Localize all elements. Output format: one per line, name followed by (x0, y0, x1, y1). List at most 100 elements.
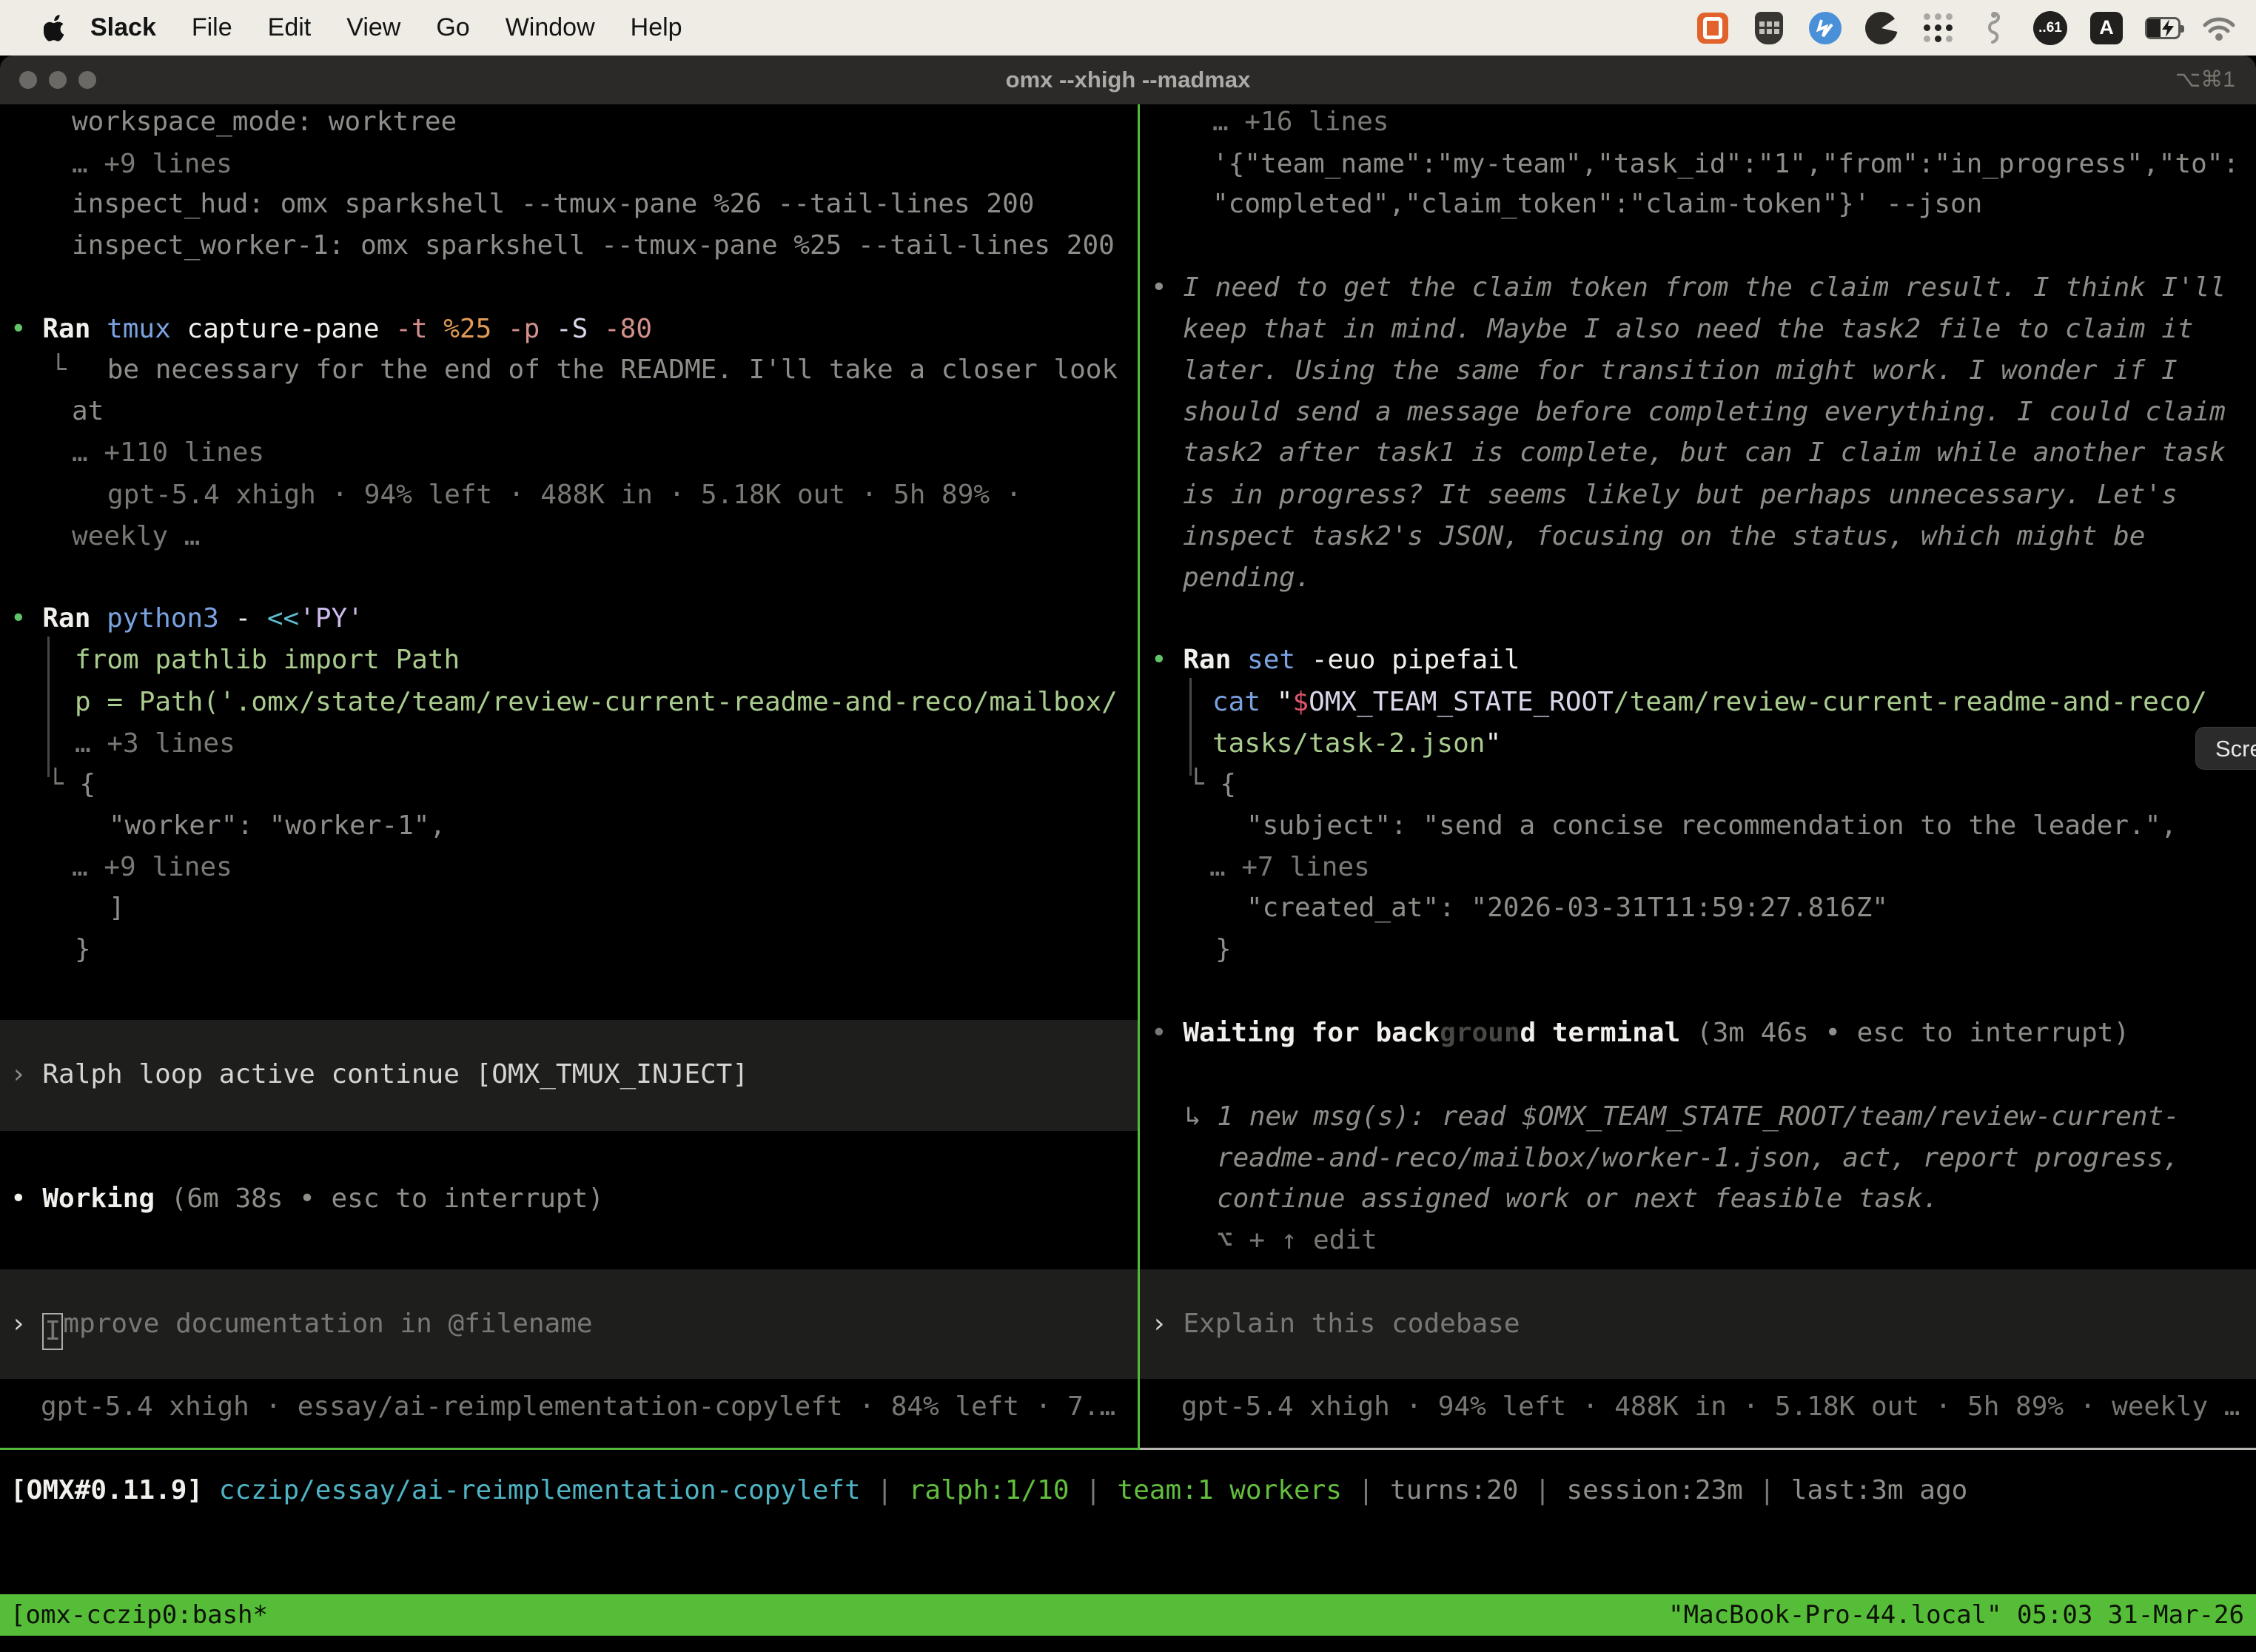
omx-turns: turns:20 (1390, 1475, 1518, 1505)
prompt-chevron-icon: › (10, 1309, 42, 1339)
command-output-line: weekly … (72, 516, 200, 557)
collapsed-lines-indicator: … +7 lines (1209, 847, 1370, 888)
window-title-bar: omx --xhigh --madmax ⌥⌘1 (0, 56, 2256, 104)
omx-status-line: [OMX#0.11.9] cczip/essay/ai-reimplementa… (10, 1470, 1967, 1511)
mailbox-message-line: ↳ 1 new msg(s): read $OMX_TEAM_STATE_ROO… (1185, 1096, 2180, 1138)
command-output-line: gpt-5.4 xhigh · 94% left · 488K in · 5.1… (107, 474, 1021, 516)
menu-bar-status-icons: ..61 A (1695, 10, 2237, 46)
menu-item-file[interactable]: File (174, 13, 250, 42)
json-output-line: └ { (1188, 764, 1236, 805)
omx-project: cczip/essay/ai-reimplementation-copyleft (219, 1475, 861, 1505)
mailbox-message-line: continue assigned work or next feasible … (1217, 1178, 1938, 1220)
window-title: omx --xhigh --madmax (0, 56, 2256, 104)
input-source-icon[interactable]: A (2089, 10, 2124, 46)
command-output-line: at (72, 391, 104, 432)
battery-icon[interactable] (2145, 10, 2181, 46)
menu-item-help[interactable]: Help (613, 13, 700, 42)
bullet-icon: • (10, 1183, 42, 1214)
waiting-status-line: • Waiting for background terminal (3m 46… (1151, 1013, 2129, 1054)
json-output-line: "created_at": "2026-03-31T11:59:27.816Z" (1246, 887, 1888, 929)
omx-team-workers: team:1 workers (1118, 1475, 1342, 1505)
collapsed-lines-indicator: … +110 lines (72, 432, 264, 474)
output-line: inspect_worker-1: omx sparkshell --tmux-… (72, 225, 1115, 266)
prompt-placeholder: Explain this codebase (1183, 1309, 1520, 1339)
prompt-chevron-icon: › (1151, 1309, 1183, 1339)
right-prompt-input[interactable]: › Explain this codebase (1151, 1303, 1520, 1345)
code-line: tasks/task-2.json" (1212, 723, 1501, 765)
menu-item-view[interactable]: View (329, 13, 418, 42)
screen-notification-tooltip: Scre (2195, 727, 2256, 770)
code-line: from pathlib import Path (75, 639, 460, 681)
json-output-line: } (1215, 929, 1232, 970)
bullet-icon: • (1151, 272, 1183, 303)
squiggle-icon[interactable] (1976, 10, 2012, 46)
code-line: cat "$OMX_TEAM_STATE_ROOT/team/review-cu… (1212, 682, 2207, 723)
terminal: workspace_mode: worktree … +9 lines insp… (0, 104, 2256, 1652)
omx-ralph-counter: ralph:1/10 (909, 1475, 1070, 1505)
bullet-icon: • (1151, 645, 1183, 675)
menu-item-go[interactable]: Go (418, 13, 487, 42)
code-block-border (1189, 678, 1192, 776)
left-pane-bottom-border (0, 1448, 1140, 1450)
wifi-icon[interactable] (2201, 10, 2237, 46)
corner-icon: └ (1188, 769, 1220, 799)
output-line: inspect_hud: omx sparkshell --tmux-pane … (72, 184, 1034, 225)
collapsed-lines-indicator: … +9 lines (72, 847, 232, 888)
thinking-line: inspect task2's JSON, focusing on the st… (1183, 516, 2145, 557)
corner-icon: └ (50, 355, 67, 385)
thinking-line: is in progress? It seems likely but perh… (1183, 474, 2178, 516)
tmux-host-clock: "MacBook-Pro-44.local" 05:03 31-Mar-26 (1668, 1594, 2244, 1636)
dots-grid-icon[interactable] (1920, 10, 1955, 46)
arrow-icon: ↳ (1185, 1101, 1217, 1132)
apple-menu-icon[interactable] (37, 10, 73, 46)
window-shortcut-badge: ⌥⌘1 (2175, 56, 2235, 104)
disc-icon[interactable] (1864, 10, 1899, 46)
thinking-line: pending. (1183, 557, 1311, 599)
collapsed-lines-indicator: … +3 lines (75, 723, 235, 765)
right-pane-bottom-border (1140, 1448, 2256, 1450)
tmux-session-window[interactable]: [omx-cczip0:bash* (10, 1594, 268, 1636)
ran-command-line: • Ran set -euo pipefail (1151, 639, 1520, 681)
shield-grid-icon[interactable] (1751, 10, 1787, 46)
bullet-icon: • (10, 314, 42, 344)
mailbox-message-line: readme-and-reco/mailbox/worker-1.json, a… (1217, 1138, 2179, 1179)
left-pane-status-line: gpt-5.4 xhigh · essay/ai-reimplementatio… (41, 1386, 1115, 1428)
omx-version-badge: [OMX#0.11.9] (10, 1475, 219, 1505)
bullet-icon: • (10, 603, 42, 634)
thinking-line: keep that in mind. Maybe I also need the… (1183, 309, 2193, 350)
code-line: p = Path('.omx/state/team/review-current… (75, 682, 1118, 723)
chat-app-icon[interactable] (1695, 10, 1730, 46)
output-line: workspace_mode: worktree (72, 101, 457, 143)
json-output-line: "subject": "send a concise recommendatio… (1246, 805, 2177, 847)
thinking-line: later. Using the same for transition mig… (1183, 350, 2178, 392)
command-output-line: └be necessary for the end of the README.… (50, 349, 1118, 391)
prompt-placeholder: mprove documentation in @filename (63, 1309, 592, 1339)
code-block-border (47, 637, 50, 777)
chevron-icon: › (10, 1059, 42, 1089)
bullet-icon: • (1151, 1018, 1183, 1048)
collapsed-lines-indicator: … +9 lines (72, 144, 232, 185)
corner-icon: └ (47, 769, 79, 799)
working-status-line: • Working (6m 38s • esc to interrupt) (10, 1178, 604, 1220)
ran-command-line: • Ran tmux capture-pane -t %25 -p -S -80 (10, 309, 652, 350)
menu-item-window[interactable]: Window (488, 13, 613, 42)
json-output-line: "worker": "worker-1", (109, 805, 446, 847)
blue-badge-icon[interactable] (1807, 10, 1843, 46)
thinking-line: • I need to get the claim token from the… (1151, 267, 2226, 309)
tmux-status-bar: [omx-cczip0:bash* "MacBook-Pro-44.local"… (0, 1594, 2256, 1636)
menu-app-name[interactable]: Slack (73, 13, 174, 42)
thinking-line: task2 after task1 is complete, but can I… (1183, 432, 2226, 474)
edit-shortcut-hint: ⌥ + ↑ edit (1217, 1220, 1377, 1261)
json-output-line: └ { (47, 764, 95, 805)
output-line: "completed","claim_token":"claim-token"}… (1212, 184, 1982, 225)
pane-divider-vertical[interactable] (1138, 104, 1140, 1450)
json-output-line: } (75, 929, 91, 970)
ran-command-line: • Ran python3 - <<'PY' (10, 598, 363, 639)
left-prompt-input[interactable]: › Improve documentation in @filename (10, 1303, 593, 1345)
right-pane-status-line: gpt-5.4 xhigh · 94% left · 488K in · 5.1… (1181, 1386, 2240, 1428)
battery-percent-badge[interactable]: ..61 (2032, 10, 2068, 46)
menu-item-edit[interactable]: Edit (250, 13, 329, 42)
inject-banner: › Ralph loop active continue [OMX_TMUX_I… (10, 1054, 748, 1095)
thinking-line: should send a message before completing … (1183, 392, 2226, 433)
output-line: '{"team_name":"my-team","task_id":"1","f… (1212, 144, 2239, 185)
